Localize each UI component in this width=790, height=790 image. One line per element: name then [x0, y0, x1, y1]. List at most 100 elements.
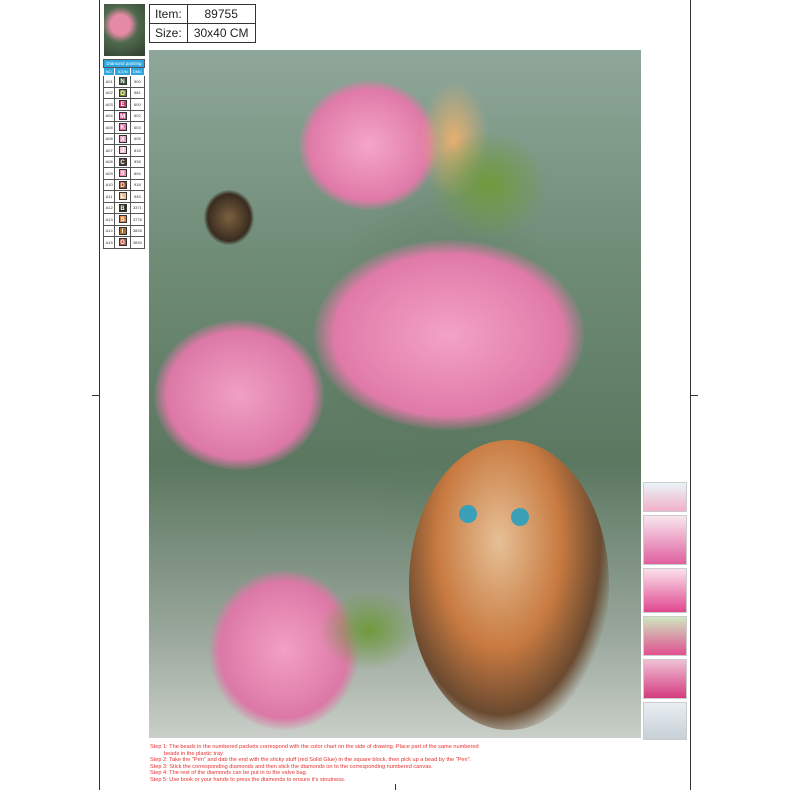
row-icon: K: [114, 121, 131, 134]
item-info-table: Item: 89755 Size: 30x40 CM: [149, 4, 256, 43]
rose-left: [154, 320, 324, 470]
rose-center: [314, 240, 584, 430]
row-no: A08: [102, 155, 116, 168]
symbol-icon: B: [118, 203, 127, 212]
row-dmc: 500: [129, 75, 146, 88]
color-chart-row: A09 S 894: [102, 167, 146, 180]
color-chart-row: A06 X 605: [102, 132, 146, 145]
crop-mark: [691, 395, 698, 396]
row-dmc: 3776: [129, 213, 146, 226]
row-icon: B: [114, 201, 131, 214]
symbol-icon: S: [118, 215, 127, 224]
row-no: A09: [102, 167, 116, 180]
row-icon: D: [114, 178, 131, 191]
color-chart-row: A03 E 600: [102, 98, 146, 111]
step-2: Step 2: Take the "Pen" and dab the end w…: [150, 757, 472, 763]
symbol-icon: I: [118, 226, 127, 235]
row-icon: S: [114, 167, 131, 180]
symbol-icon: X: [118, 134, 127, 143]
row-icon: I: [114, 224, 131, 237]
size-value: 30x40 CM: [186, 23, 256, 43]
row-icon: L: [114, 190, 131, 203]
row-icon: J: [114, 144, 131, 157]
symbol-icon: L: [118, 192, 127, 201]
size-label: Size:: [149, 23, 188, 43]
color-chart-row: A04 M 602: [102, 109, 146, 122]
color-chart-row: A01 N 500: [102, 75, 146, 88]
symbol-icon: E: [118, 100, 127, 109]
row-dmc: 603: [129, 121, 146, 134]
side-photo-tray: [643, 616, 687, 656]
thumbnail-image: [104, 4, 145, 56]
diamond-painting-image: [149, 50, 641, 738]
color-chart-row: A11 L 945: [102, 190, 146, 203]
leaves: [319, 590, 419, 670]
row-dmc: 600: [129, 98, 146, 111]
symbol-icon: D: [118, 180, 127, 189]
color-chart-row: A05 K 603: [102, 121, 146, 134]
symbol-icon: G: [118, 238, 127, 247]
row-no: A14: [102, 224, 116, 237]
crop-mark: [92, 395, 99, 396]
row-dmc: 3826: [129, 224, 146, 237]
row-icon: O: [114, 86, 131, 99]
row-no: A06: [102, 132, 116, 145]
row-no: A11: [102, 190, 116, 203]
side-photo-canvas: [643, 659, 687, 699]
color-chart-row: A08 C 838: [102, 155, 146, 168]
kitten-eye: [459, 505, 477, 523]
row-dmc: 602: [129, 109, 146, 122]
row-dmc: 894: [129, 167, 146, 180]
color-chart-row: A10 D 918: [102, 178, 146, 191]
step-5: Step 5: Use book or your hands to press …: [150, 776, 346, 783]
symbol-icon: N: [118, 77, 127, 86]
row-dmc: 818: [129, 144, 146, 157]
color-chart: Diamond painting NO. ICON DMC A01 N 500 A…: [102, 59, 146, 249]
row-icon: E: [114, 98, 131, 111]
row-icon: M: [114, 109, 131, 122]
row-dmc: 838: [129, 155, 146, 168]
row-no: A01: [102, 75, 116, 88]
side-photo-pen: [643, 515, 687, 565]
row-dmc: 3371: [129, 201, 146, 214]
color-chart-row: A12 B 3371: [102, 201, 146, 214]
row-icon: S: [114, 213, 131, 226]
leaves: [429, 130, 549, 240]
row-no: A07: [102, 144, 116, 157]
symbol-icon: S: [118, 169, 127, 178]
kitten-eye: [511, 508, 529, 526]
row-dmc: 918: [129, 178, 146, 191]
row-no: A02: [102, 86, 116, 99]
side-photo-kit: [643, 482, 687, 512]
crop-mark: [395, 784, 396, 790]
color-chart-row: A02 O 581: [102, 86, 146, 99]
row-no: A15: [102, 236, 116, 249]
row-no: A12: [102, 201, 116, 214]
snail: [204, 190, 254, 245]
side-photo-step: [643, 568, 687, 613]
color-chart-row: A13 S 3776: [102, 213, 146, 226]
header-icon: ICON: [114, 67, 131, 76]
color-chart-row: A07 J 818: [102, 144, 146, 157]
row-icon: X: [114, 132, 131, 145]
symbol-icon: K: [118, 123, 127, 132]
symbol-icon: C: [118, 157, 127, 166]
row-no: A03: [102, 98, 116, 111]
row-no: A05: [102, 121, 116, 134]
symbol-icon: M: [118, 111, 127, 120]
row-dmc: 581: [129, 86, 146, 99]
color-chart-row: A14 I 3826: [102, 224, 146, 237]
color-chart-row: A15 G 3830: [102, 236, 146, 249]
row-dmc: 945: [129, 190, 146, 203]
row-dmc: 605: [129, 132, 146, 145]
item-label: Item:: [149, 4, 188, 24]
instructions: Step 1: The beads in the numbered packet…: [150, 744, 479, 783]
row-icon: G: [114, 236, 131, 249]
row-no: A13: [102, 213, 116, 226]
row-no: A10: [102, 178, 116, 191]
color-chart-title: Diamond painting: [103, 59, 145, 68]
symbol-icon: O: [118, 88, 127, 97]
step-1: Step 1: The beads in the numbered packet…: [150, 744, 479, 750]
header-no: NO.: [102, 67, 116, 76]
row-dmc: 3830: [129, 236, 146, 249]
